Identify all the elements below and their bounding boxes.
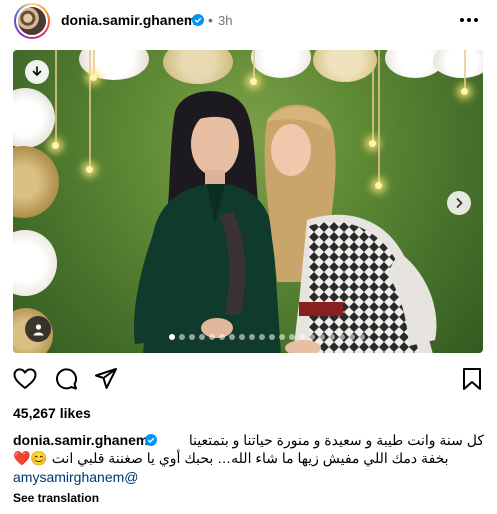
- avatar[interactable]: [14, 3, 50, 39]
- download-button[interactable]: [25, 60, 49, 84]
- paper-flower: [13, 230, 57, 296]
- carousel-dot: [199, 334, 205, 340]
- carousel-dot: [239, 334, 245, 340]
- carousel-dot: [179, 334, 185, 340]
- light-string: [55, 50, 57, 145]
- comment-icon[interactable]: [53, 366, 79, 392]
- carousel-dot: [349, 334, 355, 340]
- carousel-dot: [209, 334, 215, 340]
- carousel-dot: [249, 334, 255, 340]
- separator-dot: •: [208, 12, 213, 28]
- string-light: [86, 166, 93, 173]
- light-string: [464, 50, 466, 90]
- carousel-indicator: [169, 334, 365, 340]
- paper-flower: [433, 50, 483, 78]
- heart-icon[interactable]: [12, 366, 38, 392]
- carousel-dot: [279, 334, 285, 340]
- more-horizontal-icon[interactable]: [458, 10, 480, 30]
- post-header: donia.samir.ghanem • 3h: [0, 0, 497, 44]
- chevron-right-icon: [456, 198, 463, 208]
- verified-badge-icon: [192, 14, 204, 26]
- carousel-next-button[interactable]: [447, 191, 471, 215]
- post-image-carousel[interactable]: [13, 50, 483, 353]
- light-string: [93, 50, 95, 76]
- photo-subject-right: [264, 104, 437, 353]
- carousel-dot: [329, 334, 335, 340]
- post-time[interactable]: 3h: [218, 13, 232, 28]
- carousel-dot: [359, 334, 365, 340]
- paper-flower: [13, 146, 59, 218]
- carousel-dot: [309, 334, 315, 340]
- paper-plane-icon[interactable]: [93, 366, 119, 392]
- light-string: [253, 50, 255, 80]
- carousel-dot: [289, 334, 295, 340]
- carousel-dot: [229, 334, 235, 340]
- see-translation-button[interactable]: See translation: [13, 491, 99, 505]
- carousel-dot: [319, 334, 325, 340]
- caption-mention-link[interactable]: amysamirghanem@: [13, 469, 138, 485]
- paper-flower: [251, 50, 311, 78]
- string-light: [52, 142, 59, 149]
- carousel-dot: [339, 334, 345, 340]
- carousel-dot: [259, 334, 265, 340]
- caption-text-line2: بخفة دمك اللي مفيش زيها ما شاء الله… بحب…: [13, 450, 449, 466]
- post-actions: [0, 366, 497, 394]
- string-light: [90, 74, 97, 81]
- caption-username[interactable]: donia.samir.ghanem: [13, 432, 148, 448]
- user-tags-button[interactable]: [25, 316, 51, 342]
- paper-flower: [13, 88, 55, 148]
- carousel-dot: [269, 334, 275, 340]
- verified-badge-icon: [145, 434, 157, 446]
- carousel-dot: [219, 334, 225, 340]
- carousel-dot: [299, 334, 305, 340]
- post-username[interactable]: donia.samir.ghanem: [61, 12, 196, 28]
- download-icon: [32, 66, 42, 76]
- bookmark-icon[interactable]: [459, 366, 485, 392]
- avatar-image: [16, 5, 48, 37]
- caption-text-line1: كل سنة وانت طيبة و سعيدة و منورة حياتنا …: [188, 432, 484, 448]
- carousel-dot: [169, 334, 175, 340]
- carousel-dot: [189, 334, 195, 340]
- user-tag-icon: [33, 323, 43, 335]
- paper-flower: [313, 50, 377, 82]
- likes-count[interactable]: 45,267 likes: [13, 405, 91, 421]
- paper-flower: [163, 50, 233, 84]
- string-light: [461, 88, 468, 95]
- light-string: [89, 50, 91, 168]
